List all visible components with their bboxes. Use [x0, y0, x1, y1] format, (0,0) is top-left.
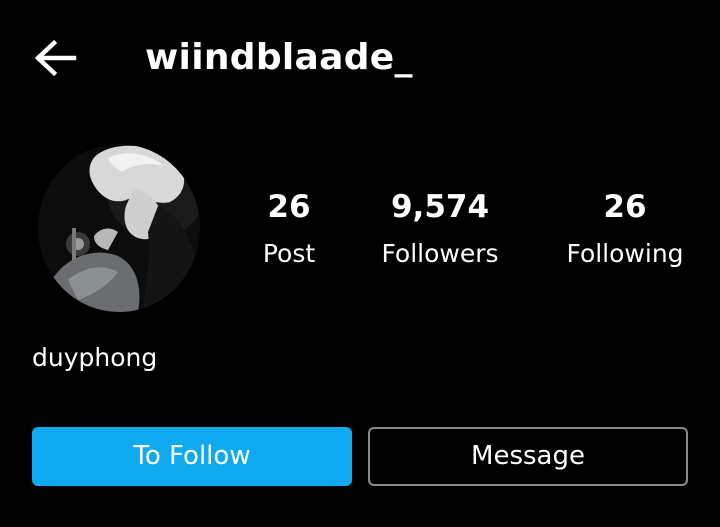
display-name: duyphong [32, 343, 158, 372]
following-label: Following [566, 239, 684, 268]
message-button[interactable]: Message [368, 427, 688, 486]
followers-label: Followers [381, 239, 499, 268]
following-count: 26 [603, 189, 647, 225]
back-button[interactable] [30, 36, 80, 80]
avatar[interactable] [38, 144, 200, 312]
arrow-left-icon [34, 39, 77, 77]
posts-count: 26 [267, 189, 311, 225]
profile-photo-image [38, 144, 200, 312]
following-stat[interactable]: 26 Following [550, 186, 700, 272]
posts-stat[interactable]: 26 Post [214, 186, 364, 272]
followers-count: 9,574 [390, 189, 490, 225]
followers-stat[interactable]: 9,574 Followers [365, 186, 515, 272]
posts-label: Post [262, 239, 316, 268]
profile-username: wiindblaade_ [145, 37, 413, 78]
follow-button[interactable]: To Follow [32, 427, 352, 486]
top-bar: wiindblaade_ [0, 0, 720, 120]
